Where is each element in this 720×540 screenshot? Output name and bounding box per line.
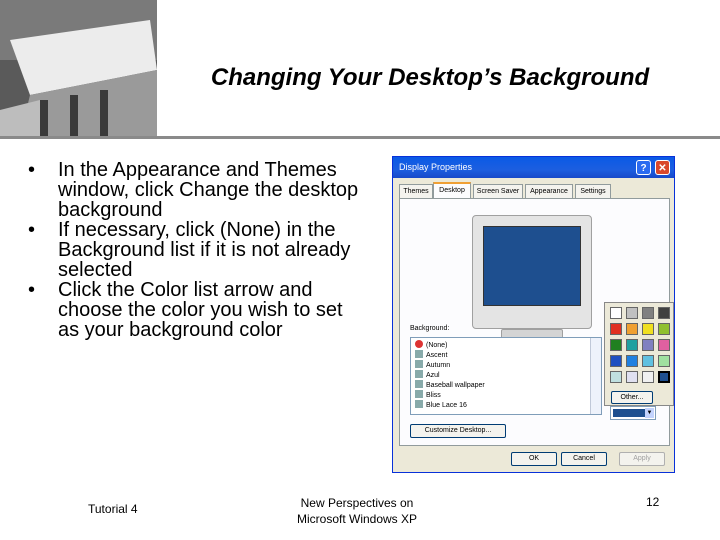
page-number: 12	[646, 495, 660, 509]
color-swatch[interactable]	[658, 307, 670, 319]
background-list-scrollbar[interactable]	[590, 338, 601, 414]
customize-desktop-button[interactable]: Customize Desktop...	[410, 424, 506, 438]
tab-desktop[interactable]: Desktop	[433, 182, 471, 198]
image-file-icon	[415, 360, 423, 368]
color-dropdown[interactable]: ▼	[610, 406, 656, 420]
color-swatch[interactable]	[658, 323, 670, 335]
cancel-button[interactable]: Cancel	[561, 452, 607, 466]
tab-appearance[interactable]: Appearance	[525, 184, 573, 198]
color-swatch[interactable]	[642, 371, 654, 383]
dropdown-arrow-icon[interactable]: ▼	[645, 408, 654, 418]
color-swatch[interactable]	[658, 371, 670, 383]
color-swatch[interactable]	[658, 355, 670, 367]
color-swatch[interactable]	[642, 355, 654, 367]
help-button[interactable]: ?	[636, 160, 651, 175]
bullet-item: • In the Appearance and Themes window, cl…	[28, 160, 368, 220]
color-swatch[interactable]	[626, 355, 638, 367]
bullet-text: In the Appearance and Themes window, cli…	[58, 159, 359, 221]
other-color-button[interactable]: Other...	[611, 391, 653, 404]
background-label: Background:	[410, 325, 450, 332]
tab-screen-saver[interactable]: Screen Saver	[473, 184, 523, 198]
bullet-item: • If necessary, click (None) in the Backg…	[28, 220, 368, 280]
bullet-text: Click the Color list arrow and choose th…	[58, 279, 343, 341]
background-item[interactable]: Blue Lace 16	[415, 400, 467, 410]
color-swatch[interactable]	[642, 323, 654, 335]
desktop-preview-screen	[483, 226, 581, 306]
color-swatch[interactable]	[610, 355, 622, 367]
image-file-icon	[415, 350, 423, 358]
footer-course-line2: Microsoft Windows XP	[296, 512, 418, 526]
title-divider	[0, 136, 720, 139]
image-file-icon	[415, 380, 423, 388]
apply-button[interactable]: Apply	[619, 452, 665, 466]
background-item[interactable]: Baseball wallpaper	[415, 380, 485, 390]
ok-button[interactable]: OK	[511, 452, 557, 466]
bullet-item: • Click the Color list arrow and choose t…	[28, 280, 368, 340]
selected-color-chip	[613, 409, 645, 417]
dialog-titlebar: Display Properties ? ✕	[393, 157, 674, 178]
slide-title: Changing Your Desktop’s Background	[210, 64, 650, 91]
close-button[interactable]: ✕	[655, 160, 670, 175]
color-swatch[interactable]	[610, 323, 622, 335]
building-photo	[0, 0, 157, 137]
color-swatch[interactable]	[658, 339, 670, 351]
background-item[interactable]: Bliss	[415, 390, 441, 400]
background-item[interactable]: Ascent	[415, 350, 447, 360]
color-swatch[interactable]	[642, 339, 654, 351]
dialog-title: Display Properties	[399, 162, 473, 172]
color-swatch[interactable]	[626, 371, 638, 383]
color-swatch[interactable]	[642, 307, 654, 319]
bullet-text: If necessary, click (None) in the Backgr…	[58, 219, 351, 281]
none-icon	[415, 340, 423, 348]
monitor-preview	[472, 215, 592, 329]
color-palette: Other...	[604, 302, 674, 406]
building-photo-art	[0, 0, 157, 137]
footer-course: New Perspectives on Microsoft Windows XP	[282, 495, 432, 527]
background-item[interactable]: Autumn	[415, 360, 450, 370]
color-swatch[interactable]	[626, 323, 638, 335]
image-file-icon	[415, 390, 423, 398]
footer-tutorial: Tutorial 4	[88, 502, 138, 516]
color-swatch[interactable]	[610, 339, 622, 351]
color-swatch[interactable]	[610, 307, 622, 319]
bullet-glyph: •	[28, 279, 36, 301]
image-file-icon	[415, 370, 423, 378]
color-swatch[interactable]	[626, 307, 638, 319]
background-list[interactable]: (None) Ascent Autumn Azul Baseball wallp…	[410, 337, 602, 415]
bullet-glyph: •	[28, 219, 36, 241]
bullet-glyph: •	[28, 159, 36, 181]
tab-settings[interactable]: Settings	[575, 184, 611, 198]
bullet-list: • In the Appearance and Themes window, cl…	[28, 160, 368, 340]
background-item-none[interactable]: (None)	[415, 340, 447, 350]
image-file-icon	[415, 400, 423, 408]
color-swatch[interactable]	[626, 339, 638, 351]
background-item[interactable]: Azul	[415, 370, 440, 380]
color-swatch[interactable]	[610, 371, 622, 383]
tab-themes[interactable]: Themes	[399, 184, 433, 198]
footer-course-line1: New Perspectives on	[300, 496, 414, 510]
